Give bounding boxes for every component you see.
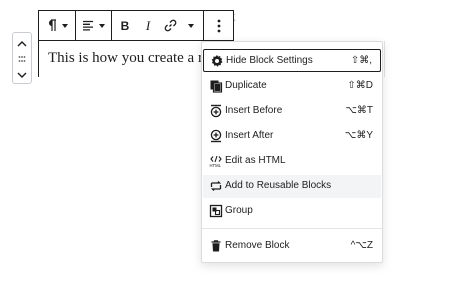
drag-handle[interactable] bbox=[13, 51, 31, 67]
link-button[interactable] bbox=[159, 11, 181, 40]
menu-item-label: Add to Reusable Blocks bbox=[225, 180, 332, 191]
caret-down-icon bbox=[61, 23, 68, 28]
align-button[interactable] bbox=[77, 11, 109, 40]
menu-item-remove-block[interactable]: Remove Block ^⌥Z bbox=[203, 235, 381, 258]
menu-item-shortcut: ⌥⌘T bbox=[345, 105, 373, 116]
menu-item-label: Remove Block bbox=[225, 240, 290, 251]
reusable-block-icon bbox=[210, 181, 222, 191]
block-settings-menu: Hide Block Settings ⇧⌘, Duplicate ⇧⌘D In… bbox=[201, 41, 383, 263]
toolbar-divider bbox=[203, 11, 204, 40]
drag-handle-icon bbox=[18, 56, 26, 62]
bold-button[interactable]: B bbox=[113, 11, 137, 40]
gear-icon bbox=[211, 55, 223, 67]
menu-item-label: Insert Before bbox=[225, 105, 283, 116]
chevron-up-icon bbox=[17, 40, 27, 46]
link-icon bbox=[164, 19, 176, 32]
menu-item-shortcut: ⌥⌘Y bbox=[344, 130, 373, 141]
move-down-button[interactable] bbox=[13, 67, 31, 83]
menu-item-label: Hide Block Settings bbox=[226, 55, 313, 66]
block-type-switcher[interactable] bbox=[41, 11, 73, 40]
caret-down-icon bbox=[98, 23, 105, 28]
menu-item-add-to-reusable-blocks[interactable]: Add to Reusable Blocks bbox=[203, 175, 381, 198]
menu-item-hide-block-settings[interactable]: Hide Block Settings ⇧⌘, bbox=[203, 49, 381, 72]
html-icon: HTML bbox=[210, 155, 222, 168]
menu-item-label: Insert After bbox=[225, 130, 274, 141]
menu-item-label: Edit as HTML bbox=[225, 155, 286, 166]
italic-button[interactable]: I bbox=[137, 11, 159, 40]
more-rich-text-button[interactable] bbox=[183, 11, 199, 40]
trash-icon bbox=[211, 240, 221, 252]
block-toolbar: B I bbox=[38, 10, 234, 41]
menu-item-shortcut: ⇧⌘D bbox=[347, 80, 373, 91]
more-options-button[interactable] bbox=[205, 11, 233, 40]
menu-item-duplicate[interactable]: Duplicate ⇧⌘D bbox=[203, 75, 381, 98]
menu-item-label: Duplicate bbox=[225, 80, 267, 91]
menu-item-insert-after[interactable]: Insert After ⌥⌘Y bbox=[203, 125, 381, 148]
move-up-button[interactable] bbox=[13, 35, 31, 51]
menu-item-group[interactable]: Group bbox=[203, 200, 381, 223]
insert-before-icon bbox=[210, 104, 222, 118]
paragraph-text[interactable]: This is how you create a reusable block bbox=[48, 50, 208, 67]
chevron-down-icon bbox=[17, 72, 27, 78]
menu-item-shortcut: ^⌥Z bbox=[350, 240, 373, 251]
toolbar-divider bbox=[111, 11, 112, 40]
caret-down-icon bbox=[188, 23, 194, 28]
menu-item-edit-as-html[interactable]: HTML Edit as HTML bbox=[203, 150, 381, 173]
duplicate-icon bbox=[210, 80, 223, 93]
group-icon bbox=[209, 204, 223, 218]
align-left-icon bbox=[82, 20, 93, 31]
paragraph-icon bbox=[48, 19, 56, 31]
svg-text:HTML: HTML bbox=[210, 163, 222, 168]
menu-item-shortcut: ⇧⌘, bbox=[350, 55, 372, 66]
menu-divider bbox=[202, 228, 382, 229]
menu-item-insert-before[interactable]: Insert Before ⌥⌘T bbox=[203, 100, 381, 123]
insert-after-icon bbox=[210, 129, 222, 143]
menu-item-label: Group bbox=[225, 205, 253, 216]
toolbar-divider bbox=[75, 11, 76, 40]
more-vertical-icon bbox=[217, 19, 221, 32]
block-mover bbox=[12, 32, 32, 84]
